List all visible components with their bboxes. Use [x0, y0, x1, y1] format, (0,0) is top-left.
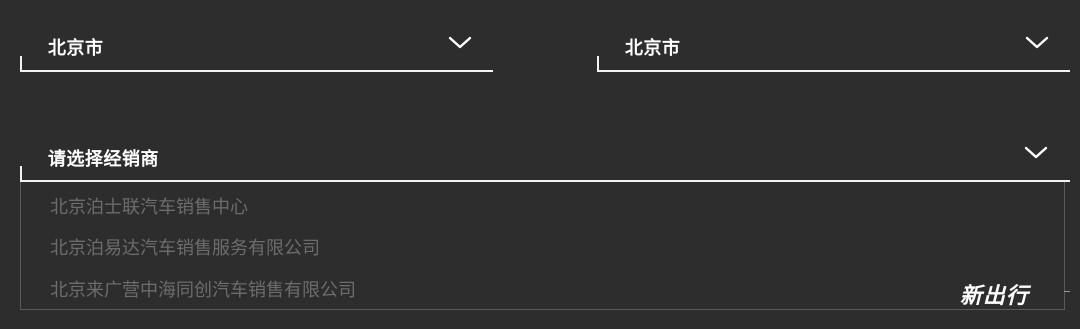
- dealer-option[interactable]: 北京泊易达汽车销售服务有限公司: [50, 234, 320, 260]
- city-select[interactable]: 北京市: [597, 22, 1070, 72]
- divider: [1064, 291, 1070, 292]
- chevron-down-icon[interactable]: [448, 36, 472, 50]
- dealer-select[interactable]: 请选择经销商: [20, 132, 1070, 182]
- province-select[interactable]: 北京市: [20, 22, 493, 72]
- chevron-down-icon[interactable]: [1024, 146, 1048, 160]
- city-select-value: 北京市: [625, 38, 681, 59]
- dealer-option[interactable]: 北京来广营中海同创汽车销售有限公司: [50, 276, 356, 302]
- watermark-logo: 新出行: [960, 284, 1030, 309]
- chevron-down-icon[interactable]: [1025, 36, 1049, 50]
- dealer-option[interactable]: 北京泊士联汽车销售中心: [50, 193, 248, 219]
- dealer-dropdown-list: 北京泊士联汽车销售中心 北京泊易达汽车销售服务有限公司 北京来广营中海同创汽车销…: [20, 182, 1065, 310]
- province-select-value: 北京市: [48, 38, 104, 59]
- dealer-select-placeholder: 请选择经销商: [48, 149, 159, 170]
